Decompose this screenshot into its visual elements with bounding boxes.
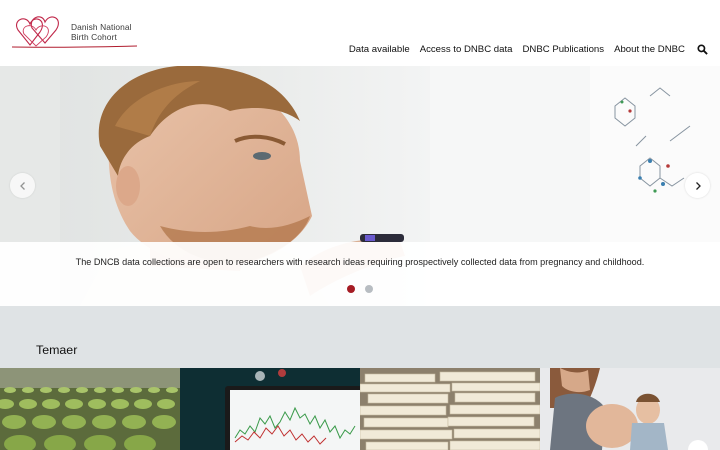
- chevron-left-icon: [19, 181, 25, 190]
- stadium-seats-image: [0, 368, 180, 450]
- chevron-right-icon: [695, 181, 701, 190]
- theme-tiles: [0, 368, 720, 450]
- carousel-dot-1[interactable]: [347, 285, 355, 293]
- main-nav: Data available Access to DNBC data DNBC …: [339, 44, 708, 55]
- stacked-papers-image: [360, 368, 540, 450]
- logo-text: Danish National Birth Cohort: [71, 22, 132, 42]
- carousel-next-button[interactable]: [685, 173, 710, 198]
- nav-item-dnbc-publications[interactable]: DNBC Publications: [522, 44, 604, 55]
- nav-item-data-available[interactable]: Data available: [349, 44, 410, 55]
- pregnant-woman-child-image: [540, 368, 720, 450]
- nav-item-about-the-dnbc[interactable]: About the DNBC: [614, 44, 685, 55]
- dnbc-logo[interactable]: Danish National Birth Cohort: [10, 12, 140, 52]
- theme-tile-stock-chart[interactable]: [180, 368, 360, 450]
- nav-item-access-to-dnbc-data[interactable]: Access to DNBC data: [420, 44, 513, 55]
- search-icon[interactable]: [697, 44, 708, 55]
- carousel-prev-button[interactable]: [10, 173, 35, 198]
- carousel-dot-2[interactable]: [365, 285, 373, 293]
- theme-tile-stadium-seats[interactable]: [0, 368, 180, 450]
- caption-band: [0, 242, 720, 306]
- themes-section: Temaer: [0, 306, 720, 450]
- theme-tile-pregnancy[interactable]: [540, 368, 720, 450]
- theme-tile-stacked-papers[interactable]: [360, 368, 540, 450]
- logo-line-2: Birth Cohort: [71, 32, 117, 42]
- stock-chart-monitor-image: [180, 368, 360, 450]
- carousel-dots: [347, 285, 383, 293]
- site-header: Danish National Birth Cohort Data availa…: [0, 0, 720, 66]
- hero-caption: The DNCB data collections are open to re…: [75, 257, 645, 267]
- logo-line-1: Danish National: [71, 22, 132, 32]
- hero-carousel: The DNCB data collections are open to re…: [0, 66, 720, 306]
- section-title: Temaer: [36, 343, 78, 357]
